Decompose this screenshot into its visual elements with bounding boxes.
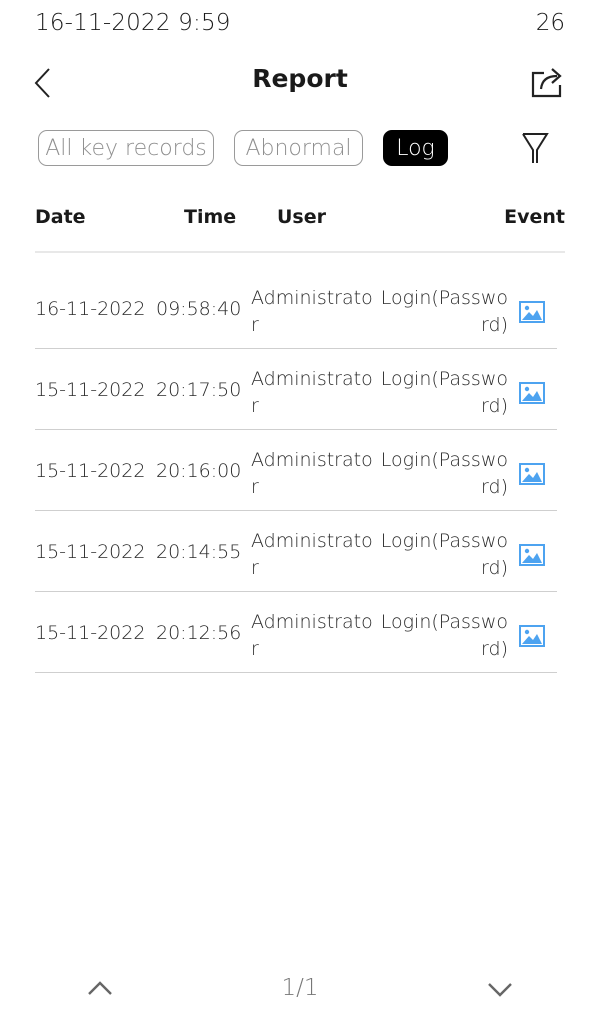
share-export-icon [531,68,562,98]
column-header-event: Event [504,206,565,228]
row-user: Administrator [251,368,373,417]
row-time: 20:16:00 [156,460,242,482]
view-image-button[interactable] [519,382,545,404]
image-icon [519,301,545,323]
row-user: Administrator [251,449,373,498]
table-row[interactable]: 15-11-2022 20:17:50 Administrator Login(Pas… [35,349,557,430]
row-user: Administrator [251,287,373,336]
view-image-button[interactable] [519,301,545,323]
view-image-button[interactable] [519,625,545,647]
row-time: 20:17:50 [156,379,242,401]
row-time: 09:58:40 [156,298,242,320]
row-event: Login(Password) [380,449,508,498]
chevron-down-icon [488,983,512,997]
page-title: Report [252,64,348,93]
row-user: Administrator [251,530,373,579]
image-icon [519,625,545,647]
tab-abnormal[interactable]: Abnormal [234,130,363,166]
filter-button[interactable] [520,130,550,166]
column-header-user: User [277,206,326,228]
view-image-button[interactable] [519,544,545,566]
page-down-button[interactable] [486,980,514,1000]
row-date: 15-11-2022 [35,541,146,563]
header-divider [35,251,565,253]
tab-all-key-records[interactable]: All key records [38,130,214,166]
row-date: 15-11-2022 [35,460,146,482]
tab-log[interactable]: Log [383,130,448,166]
table-row[interactable]: 16-11-2022 09:58:40 Administrator Login(Pas… [35,268,557,349]
row-time: 20:12:56 [156,622,242,644]
table-row[interactable]: 15-11-2022 20:16:00 Administrator Login(Pas… [35,430,557,511]
image-icon [519,382,545,404]
filter-funnel-icon [522,133,549,163]
status-indicator: 26 [535,10,565,36]
row-user: Administrator [251,611,373,660]
row-event: Login(Password) [380,287,508,336]
column-header-date: Date [35,206,86,228]
row-event: Login(Password) [380,530,508,579]
status-datetime: 16-11-2022 9:59 [35,10,231,36]
image-icon [519,463,545,485]
row-date: 15-11-2022 [35,379,146,401]
share-button[interactable] [530,65,566,99]
row-time: 20:14:55 [156,541,242,563]
row-event: Login(Password) [380,368,508,417]
column-header-time: Time [184,206,237,228]
row-date: 16-11-2022 [35,298,146,320]
table-row[interactable]: 15-11-2022 20:14:55 Administrator Login(Pas… [35,511,557,592]
row-event: Login(Password) [380,611,508,660]
table-row[interactable]: 15-11-2022 20:12:56 Administrator Login(Pas… [35,592,557,673]
view-image-button[interactable] [519,463,545,485]
row-date: 15-11-2022 [35,622,146,644]
image-icon [519,544,545,566]
